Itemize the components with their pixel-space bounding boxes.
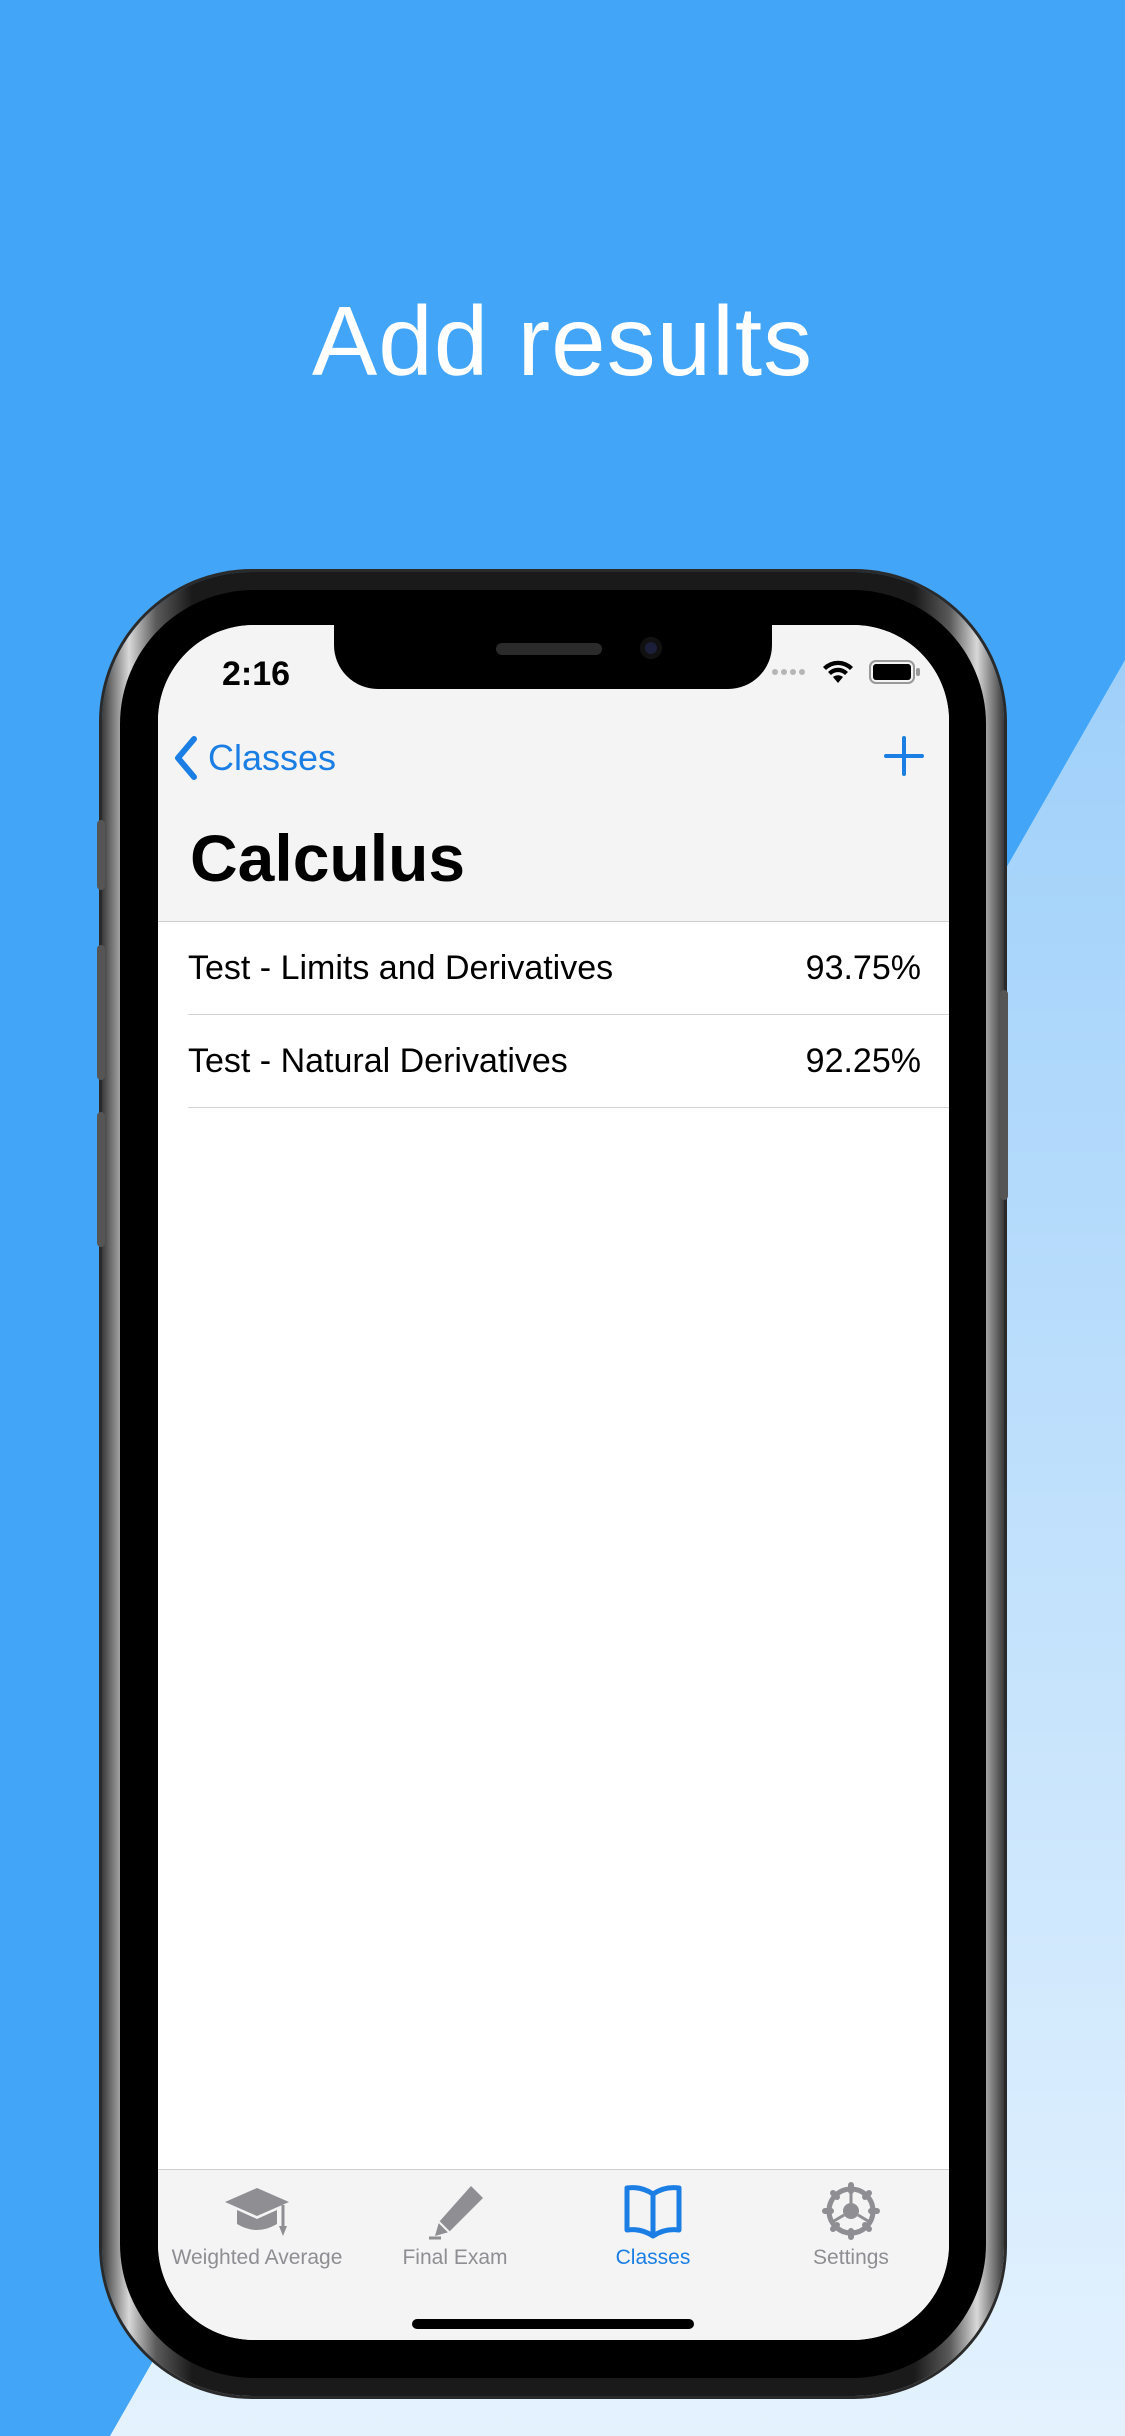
phone-power-button <box>1000 990 1008 1200</box>
tab-label: Final Exam <box>402 2246 508 2269</box>
row-separator <box>188 1107 949 1108</box>
tab-classes[interactable]: Classes <box>554 2182 752 2270</box>
result-name: Test - Natural Derivatives <box>188 1041 568 1080</box>
tab-bar: Weighted Average Final Exam Classes Sett… <box>158 2169 949 2340</box>
front-camera <box>640 637 662 659</box>
phone-silent-switch <box>97 820 105 890</box>
result-name: Test - Limits and Derivatives <box>188 948 614 987</box>
status-time: 2:16 <box>222 655 291 693</box>
tab-label: Classes <box>615 2246 691 2269</box>
cellular-signal-icon <box>772 669 805 675</box>
phone-volume-up <box>97 945 105 1080</box>
book-icon <box>624 2185 682 2239</box>
gear-icon <box>822 2182 880 2240</box>
earpiece-speaker <box>496 643 602 655</box>
result-row[interactable]: Test - Limits and Derivatives 93.75% <box>158 922 949 1014</box>
chevron-left-icon <box>175 736 197 780</box>
back-button-label: Classes <box>208 737 337 778</box>
wifi-icon <box>823 660 853 683</box>
home-indicator[interactable] <box>412 2319 694 2329</box>
tab-weighted-average[interactable]: Weighted Average <box>158 2182 356 2270</box>
phone-screen: 2:16 Classes Calculus Test - Limits and <box>158 625 949 2340</box>
tab-label: Settings <box>813 2246 889 2269</box>
result-score: 93.75% <box>805 948 921 987</box>
back-button[interactable]: Classes <box>172 735 336 781</box>
phone-volume-down <box>97 1112 105 1247</box>
tab-final-exam[interactable]: Final Exam <box>356 2182 554 2270</box>
battery-icon <box>869 660 920 684</box>
page-title: Calculus <box>190 821 466 895</box>
tab-label: Weighted Average <box>171 2246 343 2269</box>
promo-headline: Add results <box>311 286 814 396</box>
result-row[interactable]: Test - Natural Derivatives 92.25% <box>158 1015 949 1107</box>
status-icons <box>771 659 921 685</box>
add-icon[interactable] <box>881 733 927 779</box>
pen-icon <box>429 2186 483 2240</box>
notch <box>334 625 772 689</box>
result-score: 92.25% <box>805 1041 921 1080</box>
tab-settings[interactable]: Settings <box>752 2182 949 2270</box>
graduation-cap-icon <box>225 2188 289 2236</box>
